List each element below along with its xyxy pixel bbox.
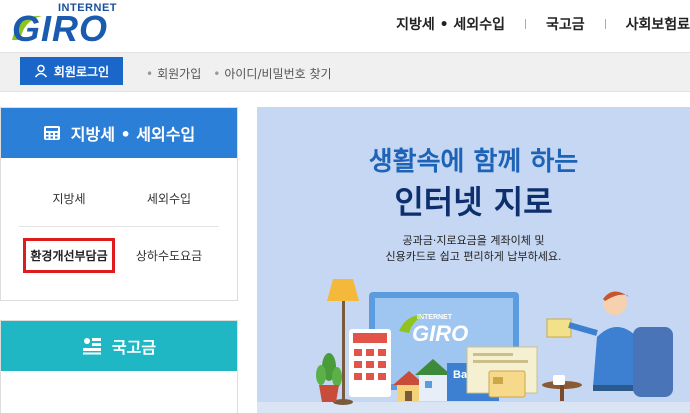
member-login-button[interactable]: 회원로그인 (20, 57, 123, 85)
find-id-password-link[interactable]: • 아이디/비밀번호 찾기 (213, 65, 331, 82)
coffee-table-icon (542, 375, 582, 401)
login-links: • 회원가입 • 아이디/비밀번호 찾기 (146, 65, 332, 82)
promo-banner[interactable]: 생활속에 함께 하는 인터넷 지로 공과금·지로요금을 계좌이체 및 신용카드로… (257, 107, 690, 413)
national-treasury-box-header[interactable]: 국고금 (1, 321, 237, 371)
nav-separator (604, 19, 606, 29)
banner-illustration: INTERNET GIRO Bank (257, 279, 690, 413)
nav-national-treasury[interactable]: 국고금 (546, 14, 585, 34)
banner-subtitle-line1: 공과금·지로요금을 계좌이체 및 (402, 234, 545, 247)
highlight-box: 환경개선부담금 (23, 237, 115, 273)
giro-logo[interactable]: INTERNET GIRO (8, 2, 123, 49)
logo-big-text: GIRO (12, 8, 109, 49)
menu-item-environmental-charge[interactable]: 환경개선부담금 (19, 227, 119, 283)
signup-link[interactable]: • 회원가입 (146, 65, 201, 82)
building-icon (82, 338, 101, 355)
header: INTERNET GIRO 지방세 • 세외수입 국고금 사회보험료 (0, 0, 690, 52)
menu-item-water-sewage-fee[interactable]: 상하수도요금 (119, 227, 219, 283)
left-panel: 지방세 • 세외수입 지방세 세외수입 환경개선부담금 상하수도요금 국고금 (0, 107, 238, 413)
login-bar: 회원로그인 • 회원가입 • 아이디/비밀번호 찾기 (0, 52, 690, 92)
banner-title-line1: 생활속에 함께 하는 (368, 147, 579, 177)
calculator-illustration-icon (349, 329, 391, 397)
member-login-label: 회원로그인 (53, 64, 110, 79)
menu-item-local-tax[interactable]: 지방세 (19, 170, 119, 226)
nav-social-insurance[interactable]: 사회보험료 (626, 14, 690, 34)
user-icon (34, 64, 47, 78)
banner-subtitle-line2: 신용카드로 쉽고 편리하게 납부하세요. (385, 250, 562, 263)
local-tax-box: 지방세 • 세외수입 지방세 세외수입 환경개선부담금 상하수도요금 (0, 107, 238, 301)
top-nav: 지방세 • 세외수입 국고금 사회보험료 (396, 14, 690, 34)
credit-card-icon (488, 370, 526, 398)
local-tax-box-title: 지방세 • 세외수입 (70, 125, 196, 144)
national-treasury-box-title: 국고금 (111, 338, 157, 357)
monitor-giro-text: GIRO (412, 321, 468, 346)
local-tax-box-header[interactable]: 지방세 • 세외수입 (1, 108, 237, 158)
plant-icon (316, 353, 342, 402)
banner-title-line2: 인터넷 지로 (394, 183, 553, 221)
nav-local-tax[interactable]: 지방세 • 세외수입 (396, 14, 505, 34)
local-tax-menu: 지방세 세외수입 환경개선부담금 상하수도요금 (1, 158, 237, 283)
svg-text:INTERNET: INTERNET (417, 314, 453, 321)
menu-item-non-tax-revenue[interactable]: 세외수입 (119, 170, 219, 226)
national-treasury-box: 국고금 (0, 320, 238, 413)
nav-separator (524, 19, 526, 29)
calculator-icon (43, 126, 60, 140)
